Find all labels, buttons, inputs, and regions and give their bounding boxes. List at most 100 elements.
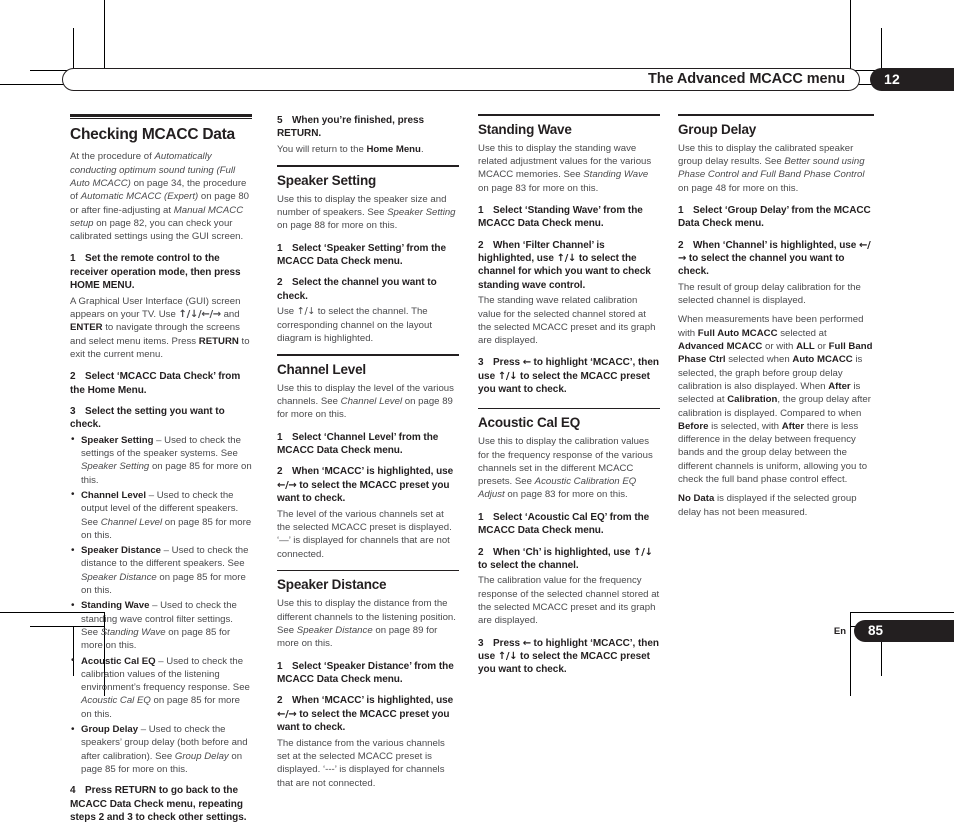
section-rule-double xyxy=(70,114,252,119)
step-text: Press RETURN to go back to the MCACC Dat… xyxy=(70,785,247,823)
step-text: When ‘Filter Channel’ is highlighted, us… xyxy=(478,239,651,291)
speaker-distance-step-1: 1 Select ‘Speaker Distance’ from the MCAC… xyxy=(277,660,459,687)
crop-mark-top-left xyxy=(0,0,110,110)
channel-level-intro: Use this to display the level of the var… xyxy=(277,382,454,421)
step-number: 2 xyxy=(277,277,283,289)
step-number: 2 xyxy=(678,239,684,251)
settings-bullet-list: Speaker Setting – Used to check the sett… xyxy=(70,433,252,776)
list-item: Speaker Setting – Used to check the sett… xyxy=(70,433,252,487)
step-text: Set the remote control to the receiver o… xyxy=(70,253,241,292)
step-5: 5 When you’re finished, press RETURN. xyxy=(277,114,459,141)
standing-wave-step-3: 3 Press ← to highlight ‘MCACC’, then use … xyxy=(478,356,660,396)
step-number: 3 xyxy=(70,405,76,417)
step-text: Select ‘MCACC Data Check’ from the Home … xyxy=(70,371,241,396)
section-heading-checking-mcacc-data: Checking MCACC Data xyxy=(70,126,235,143)
section-heading-group-delay: Group Delay xyxy=(678,121,757,137)
standing-wave-intro: Use this to display the standing wave re… xyxy=(478,142,652,194)
language-code: En xyxy=(833,626,846,637)
step-number: 3 xyxy=(478,357,484,369)
standing-wave-step-1: 1 Select ‘Standing Wave’ from the MCACC D… xyxy=(478,204,660,231)
step-1: 1 Set the remote control to the receiver … xyxy=(70,252,252,292)
step-3: 3 Select the setting you want to check. xyxy=(70,405,252,432)
step-text: Select ‘Standing Wave’ from the MCACC Da… xyxy=(478,204,643,230)
step-text: Select the setting you want to check. xyxy=(70,405,225,431)
speaker-distance-step-2: 2 When ‘MCACC’ is highlighted, use ←/→ to… xyxy=(277,694,459,734)
step-5-body: You will return to the Home Menu. xyxy=(277,143,424,155)
manual-page: The Advanced MCACC menu 12 Checking MCAC… xyxy=(0,0,954,823)
step-number: 2 xyxy=(277,695,283,707)
standing-wave-step-2: 2 When ‘Filter Channel’ is highlighted, u… xyxy=(478,239,660,293)
group-delay-body-3: No Data is displayed if the selected gro… xyxy=(678,493,857,518)
section-rule xyxy=(478,114,660,116)
step-number: 1 xyxy=(478,204,484,216)
step-number: 1 xyxy=(277,431,283,443)
section-heading-standing-wave: Standing Wave xyxy=(478,121,572,137)
section-heading-speaker-distance: Speaker Distance xyxy=(277,577,387,593)
header-bar: The Advanced MCACC menu xyxy=(62,68,860,91)
section-heading-speaker-setting: Speaker Setting xyxy=(277,172,377,188)
step-text: When ‘MCACC’ is highlighted, use ←/→ to … xyxy=(277,695,454,734)
group-delay-body-1: The result of group delay calibration fo… xyxy=(678,281,861,307)
channel-level-step-2: 2 When ‘MCACC’ is highlighted, use ←/→ to… xyxy=(277,465,459,505)
page-number-tab: 85 xyxy=(854,620,954,642)
step-number: 2 xyxy=(277,466,283,478)
speaker-distance-step-2-body: The distance from the various channels s… xyxy=(277,737,445,789)
group-delay-intro: Use this to display the calibrated speak… xyxy=(678,142,865,194)
section-rule xyxy=(678,114,874,116)
step-text: Select ‘Speaker Setting’ from the MCACC … xyxy=(277,242,446,268)
step-number: 1 xyxy=(478,511,484,523)
standing-wave-step-2-body: The standing wave related calibration va… xyxy=(478,295,656,347)
group-delay-body-2: When measurements have been performed wi… xyxy=(678,314,873,485)
column-2: 5 When you’re finished, press RETURN. You… xyxy=(277,114,459,799)
step-number: 1 xyxy=(70,253,76,265)
channel-level-step-1: 1 Select ‘Channel Level’ from the MCACC D… xyxy=(277,431,459,458)
list-item: Channel Level – Used to check the output… xyxy=(70,488,252,542)
list-item: Acoustic Cal EQ – Used to check the cali… xyxy=(70,654,252,721)
acoustic-cal-eq-intro: Use this to display the calibration valu… xyxy=(478,436,653,501)
step-text: When you’re finished, press RETURN. xyxy=(277,115,425,140)
list-item: Group Delay – Used to check the speakers… xyxy=(70,722,252,776)
column-1: Checking MCACC Data At the procedure of … xyxy=(70,114,252,826)
step-text: When ‘MCACC’ is highlighted, use ←/→ to … xyxy=(277,466,454,505)
step-number: 4 xyxy=(70,785,76,797)
step-text: Select the channel you want to check. xyxy=(277,277,437,302)
section-rule xyxy=(277,165,459,167)
step-number: 1 xyxy=(678,204,684,216)
step-number: 2 xyxy=(478,546,484,558)
speaker-setting-step-1: 1 Select ‘Speaker Setting’ from the MCACC… xyxy=(277,242,459,269)
step-text: Select ‘Group Delay’ from the MCACC Data… xyxy=(678,204,871,230)
crop-mark-top-right xyxy=(844,0,954,110)
step-text: When ‘Channel’ is highlighted, use ←/→ t… xyxy=(678,239,871,278)
running-header: The Advanced MCACC menu 12 xyxy=(62,68,954,92)
section-rule xyxy=(277,569,459,572)
intro-paragraph: At the procedure of Automatically conduc… xyxy=(70,151,250,243)
column-4: Group Delay Use this to display the cali… xyxy=(678,114,874,528)
step-text: Select ‘Speaker Distance’ from the MCACC… xyxy=(277,660,454,686)
step-4: 4 Press RETURN to go back to the MCACC Da… xyxy=(70,784,252,824)
section-rule xyxy=(277,354,459,356)
section-heading-acoustic-cal-eq: Acoustic Cal EQ xyxy=(478,415,581,431)
column-3: Standing Wave Use this to display the st… xyxy=(478,114,660,679)
page-number: 85 xyxy=(868,622,884,638)
step-text: Select ‘Acoustic Cal EQ’ from the MCACC … xyxy=(478,511,650,537)
section-heading-channel-level: Channel Level xyxy=(277,361,366,377)
step-2: 2 Select ‘MCACC Data Check’ from the Home… xyxy=(70,370,252,397)
step-text: When ‘Ch’ is highlighted, use ↑/↓ to sel… xyxy=(478,546,653,571)
chapter-number: 12 xyxy=(884,71,900,87)
section-rule xyxy=(478,407,660,410)
acoustic-cal-eq-step-2: 2 When ‘Ch’ is highlighted, use ↑/↓ to se… xyxy=(478,546,660,573)
speaker-setting-intro: Use this to display the speaker size and… xyxy=(277,193,456,232)
step-number: 2 xyxy=(478,239,484,251)
crop-mark-bottom-right xyxy=(844,592,954,702)
running-footer: En 85 xyxy=(0,620,954,644)
step-number: 1 xyxy=(277,242,283,254)
speaker-setting-step-2-body: Use ↑/↓ to select the channel. The corre… xyxy=(277,306,433,344)
chapter-tab: 12 xyxy=(870,68,954,91)
step-text: Press ← to highlight ‘MCACC’, then use ↑… xyxy=(478,357,659,396)
step-number: 1 xyxy=(277,660,283,672)
acoustic-cal-eq-step-1: 1 Select ‘Acoustic Cal EQ’ from the MCACC… xyxy=(478,511,660,538)
group-delay-step-1: 1 Select ‘Group Delay’ from the MCACC Dat… xyxy=(678,204,874,231)
step-1-body: A Graphical User Interface (GUI) screen … xyxy=(70,295,250,360)
channel-level-step-2-body: The level of the various channels set at… xyxy=(277,508,452,560)
step-text: Select ‘Channel Level’ from the MCACC Da… xyxy=(277,431,439,457)
